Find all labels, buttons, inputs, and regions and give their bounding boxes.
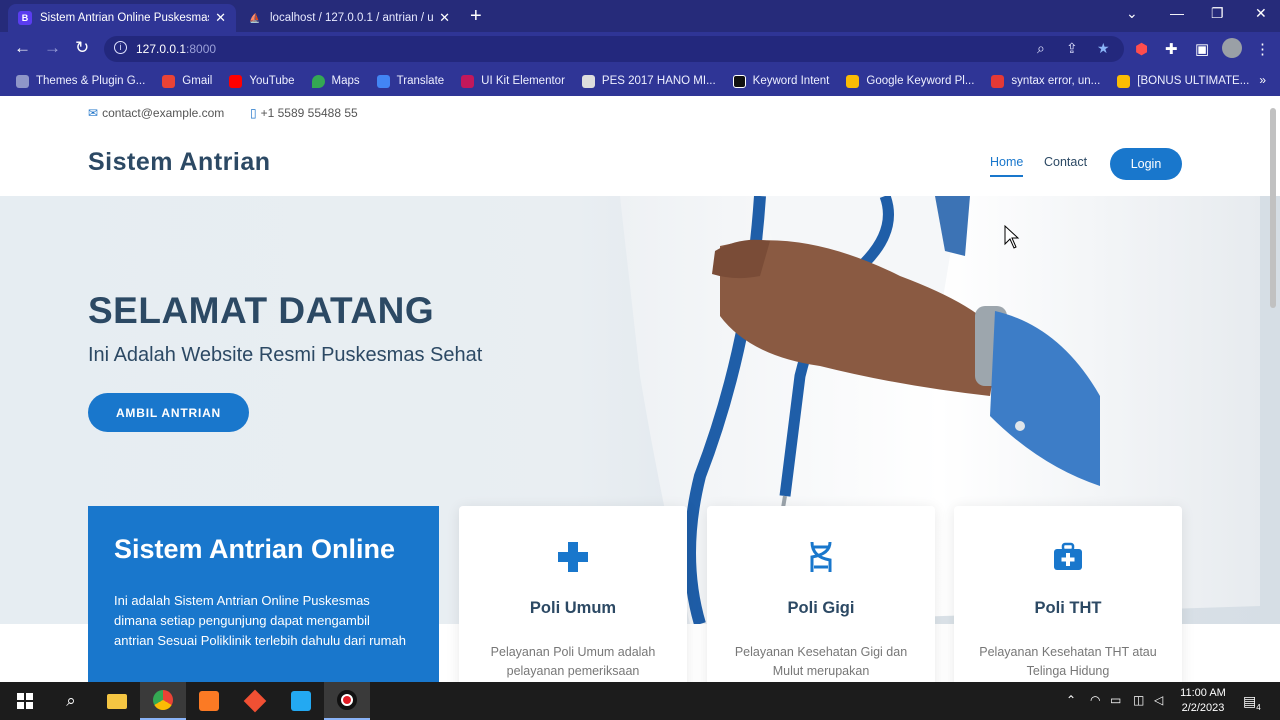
- reload-icon[interactable]: ↻: [75, 38, 89, 58]
- youtube-icon: [229, 74, 243, 88]
- google-ads-icon: [846, 74, 860, 88]
- close-tab-icon[interactable]: ✕: [439, 10, 450, 26]
- google-drive-icon: [1117, 74, 1131, 88]
- system-clock[interactable]: 11:00 AM 2/2/2023: [1172, 686, 1234, 716]
- tab-title: Sistem Antrian Online Puskesmas: [40, 12, 210, 24]
- back-icon[interactable]: ←: [14, 38, 31, 58]
- topbar-phone: ▯ +1 5589 55488 55: [250, 106, 358, 120]
- nav-contact[interactable]: Contact: [1044, 155, 1087, 169]
- minimize-icon[interactable]: —: [1170, 5, 1184, 21]
- tab-phpmyadmin[interactable]: ⛵ localhost / 127.0.0.1 / antrian / u ✕: [238, 4, 460, 32]
- zoom-icon[interactable]: ⌕: [1037, 40, 1045, 57]
- show-hidden-icons[interactable]: ⌃: [1066, 693, 1076, 707]
- pes-icon: [581, 74, 595, 88]
- bookmark-google-keyword[interactable]: Google Keyword Pl...: [846, 74, 974, 88]
- website-viewport: ✉ contact@example.com ▯ +1 5589 55488 55…: [0, 96, 1280, 682]
- why-title: Sistem Antrian Online: [114, 534, 396, 564]
- extensions-puzzle-icon[interactable]: ✚: [1165, 40, 1178, 58]
- card-poli-gigi[interactable]: Poli Gigi Pelayanan Kesehatan Gigi dan M…: [707, 506, 935, 682]
- bookmark-favicon-icon: [16, 74, 29, 88]
- restore-icon[interactable]: ❐: [1211, 5, 1224, 22]
- more-bookmarks-icon[interactable]: »: [1259, 73, 1266, 87]
- bookmarks-bar: Themes & Plugin G... Gmail YouTube Maps …: [0, 66, 1280, 96]
- why-text: Ini adalah Sistem Antrian Online Puskesm…: [114, 593, 406, 648]
- ambil-antrian-button[interactable]: AMBIL ANTRIAN: [88, 393, 249, 432]
- bookmark-star-icon[interactable]: ★: [1097, 40, 1110, 57]
- windows-taskbar: ⌕ ⌃ ◠ ▭ ◫ ◁ 11:00 AM 2/2/2023 ▤4: [0, 682, 1280, 720]
- chrome-menu-icon[interactable]: ⋮: [1255, 40, 1270, 58]
- extension-shield-icon[interactable]: ⬢: [1135, 40, 1148, 58]
- vscode-icon[interactable]: [278, 682, 324, 720]
- card-poli-tht[interactable]: Poli THT Pelayanan Kesehatan THT atau Te…: [954, 506, 1182, 682]
- bookmark-gmail[interactable]: Gmail: [162, 74, 212, 88]
- bookmark-ui-kit[interactable]: UI Kit Elementor: [461, 74, 565, 88]
- bookmark-themes[interactable]: Themes & Plugin G...: [16, 74, 145, 88]
- close-window-icon[interactable]: ✕: [1255, 5, 1267, 22]
- medkit-icon: [954, 540, 1182, 574]
- battery-icon[interactable]: ▭: [1110, 693, 1121, 707]
- bookmark-pes[interactable]: PES 2017 HANO MI...: [581, 74, 716, 88]
- nav-home[interactable]: Home: [990, 155, 1024, 177]
- side-panel-icon[interactable]: ▣: [1195, 40, 1209, 58]
- obs-record-icon[interactable]: [324, 682, 370, 720]
- hero-title: SELAMAT DATANG: [88, 290, 435, 331]
- card-title: Poli THT: [1034, 599, 1102, 617]
- address-bar[interactable]: i 127.0.0.1:8000 ⌕ ⇪ ★: [104, 36, 1124, 62]
- new-tab-icon[interactable]: +: [470, 5, 482, 28]
- bookmark-syntax-error[interactable]: syntax error, un...: [991, 74, 1100, 88]
- keyword-intent-icon: [732, 74, 746, 88]
- bookmark-bonus[interactable]: [BONUS ULTIMATE...: [1117, 74, 1249, 88]
- contact-topbar: ✉ contact@example.com ▯ +1 5589 55488 55: [0, 96, 1280, 130]
- file-explorer-icon[interactable]: [94, 682, 140, 720]
- elementor-icon: [461, 74, 475, 88]
- search-icon[interactable]: ⌕: [48, 682, 94, 720]
- maps-icon: [311, 74, 325, 88]
- bookmark-maps[interactable]: Maps: [311, 74, 360, 88]
- plus-icon: [459, 540, 687, 574]
- windows-start-icon[interactable]: [2, 682, 48, 720]
- share-icon[interactable]: ⇪: [1066, 40, 1078, 57]
- card-poli-umum[interactable]: Poli Umum Pelayanan Poli Umum adalah pel…: [459, 506, 687, 682]
- why-box: Sistem Antrian Online Ini adalah Sistem …: [88, 506, 439, 682]
- card-text: Pelayanan Kesehatan Gigi dan Mulut merup…: [734, 645, 908, 678]
- page-scrollbar[interactable]: [1270, 108, 1276, 308]
- tab-sistem-antrian[interactable]: B Sistem Antrian Online Puskesmas ✕: [8, 4, 236, 32]
- dna-icon: [707, 540, 935, 574]
- url-text: 127.0.0.1:8000: [136, 42, 217, 56]
- chrome-taskbar-icon[interactable]: [140, 682, 186, 720]
- phpmyadmin-icon: ⛵: [249, 12, 261, 23]
- topbar-email: ✉ contact@example.com: [88, 106, 225, 120]
- syntax-error-icon: [991, 74, 1005, 88]
- site-header: Sistem Antrian Home Contact Login: [0, 130, 1280, 196]
- profile-avatar[interactable]: [1222, 38, 1242, 58]
- wifi-icon[interactable]: ◠: [1090, 693, 1100, 707]
- close-tab-icon[interactable]: ✕: [215, 10, 226, 26]
- display-icon[interactable]: ◫: [1133, 693, 1144, 707]
- bookmark-translate[interactable]: Translate: [376, 74, 444, 88]
- card-text: Pelayanan Poli Umum adalah pelayanan pem…: [490, 645, 656, 678]
- login-button[interactable]: Login: [1110, 148, 1182, 180]
- bookmark-youtube[interactable]: YouTube: [229, 74, 295, 88]
- bookmark-keyword-intent[interactable]: Keyword Intent: [732, 74, 829, 88]
- card-title: Poli Gigi: [787, 599, 855, 617]
- tab-search-icon[interactable]: ⌄: [1126, 5, 1138, 22]
- site-logo[interactable]: Sistem Antrian: [88, 148, 271, 177]
- translate-icon: [376, 74, 390, 88]
- xampp-icon[interactable]: [186, 682, 232, 720]
- forward-icon[interactable]: →: [44, 38, 61, 58]
- envelope-icon: ✉: [88, 106, 99, 120]
- tab-strip: B Sistem Antrian Online Puskesmas ✕ ⛵ lo…: [0, 0, 1280, 32]
- git-icon[interactable]: [232, 682, 278, 720]
- tab-title: localhost / 127.0.0.1 / antrian / u: [270, 12, 434, 24]
- site-info-icon[interactable]: i: [114, 41, 127, 54]
- notification-center-icon[interactable]: ▤4: [1243, 693, 1261, 712]
- phone-icon: ▯: [250, 106, 257, 120]
- gmail-icon: [162, 74, 176, 88]
- bootstrap-favicon-icon: B: [18, 11, 32, 25]
- card-text: Pelayanan Kesehatan THT atau Telinga Hid…: [979, 645, 1157, 678]
- browser-toolbar: ← → ↻ i 127.0.0.1:8000 ⌕ ⇪ ★ ⬢ ✚ ▣ ⋮: [0, 32, 1280, 66]
- card-title: Poli Umum: [529, 599, 617, 617]
- volume-icon[interactable]: ◁: [1154, 693, 1163, 707]
- hero-subtitle: Ini Adalah Website Resmi Puskesmas Sehat: [88, 344, 483, 366]
